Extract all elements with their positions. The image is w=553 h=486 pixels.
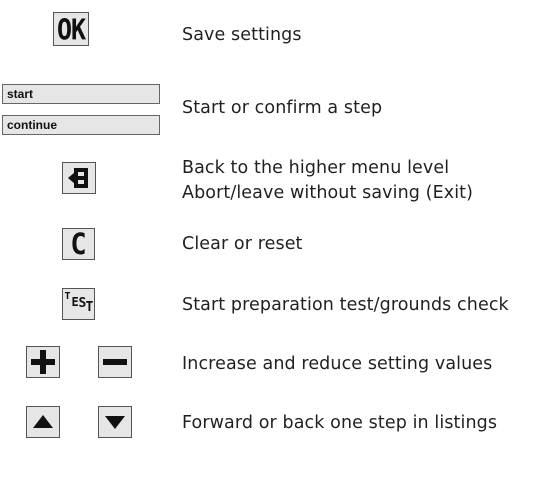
test-key: T E S T xyxy=(62,288,95,320)
minus-icon xyxy=(103,359,127,365)
ok-key-description: Save settings xyxy=(182,25,302,45)
clear-key-label: C xyxy=(70,226,87,262)
start-continue-description: Start or confirm a step xyxy=(182,98,383,118)
start-softkey: start xyxy=(2,84,160,104)
arrows-description: Forward or back one step in listings xyxy=(182,413,498,433)
test-letter-t2: T xyxy=(85,300,94,315)
ok-key-label: OK xyxy=(56,12,86,46)
continue-softkey: continue xyxy=(2,115,160,135)
clear-key: C xyxy=(62,226,95,262)
test-key-description: Start preparation test/grounds check xyxy=(182,295,509,315)
arrow-up-icon xyxy=(33,415,53,428)
minus-key xyxy=(98,346,132,378)
test-key-label: T E S T xyxy=(64,291,94,317)
back-exit-icon xyxy=(68,168,88,188)
arrow-up-key xyxy=(26,406,60,438)
plus-minus-description: Increase and reduce setting values xyxy=(182,354,493,374)
arrow-down-icon xyxy=(105,416,125,429)
plus-icon xyxy=(31,350,55,374)
arrow-down-key xyxy=(98,406,132,438)
ok-key: OK xyxy=(53,12,89,46)
clear-key-description: Clear or reset xyxy=(182,234,303,254)
back-description-line1: Back to the higher menu level xyxy=(182,158,450,178)
back-exit-key xyxy=(62,162,96,194)
test-letter-t1: T xyxy=(64,291,71,302)
plus-key xyxy=(26,346,60,378)
back-description-line2: Abort/leave without saving (Exit) xyxy=(182,183,474,203)
